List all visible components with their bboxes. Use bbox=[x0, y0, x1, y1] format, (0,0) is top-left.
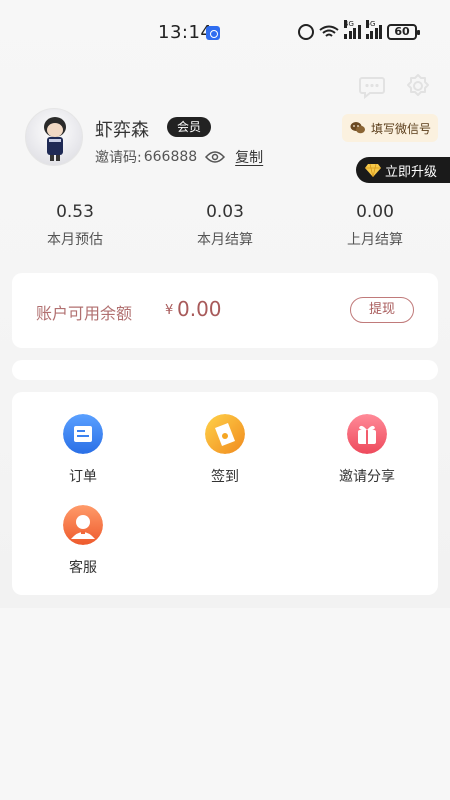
wechat-icon bbox=[350, 122, 365, 134]
profile-screen: 13:14 4G 5G 60 虾弈森 会员 邀请码: 666888 复制 填写微… bbox=[0, 0, 450, 800]
battery-icon: 60 bbox=[387, 24, 420, 40]
gear-icon[interactable] bbox=[404, 72, 432, 100]
menu-label: 签到 bbox=[211, 469, 239, 485]
signal-2-icon: 5G bbox=[365, 20, 382, 39]
menu-item-checkin[interactable]: 签到 bbox=[154, 414, 296, 494]
function-menu: 订单 签到 邀请分享 客服 bbox=[12, 392, 438, 595]
invite-code-row: 邀请码: 666888 复制 bbox=[95, 147, 263, 167]
menu-item-orders[interactable]: 订单 bbox=[12, 414, 154, 494]
avatar[interactable] bbox=[25, 108, 83, 166]
invite-code-value: 666888 bbox=[143, 149, 198, 165]
banner-placeholder bbox=[12, 360, 438, 380]
net2-label: 5G bbox=[365, 20, 376, 28]
status-time: 13:14 bbox=[158, 22, 213, 43]
earnings-stats: 0.53 本月预估 0.03 本月结算 0.00 上月结算 bbox=[0, 200, 450, 252]
checkin-icon bbox=[205, 414, 245, 454]
fill-wechat-button[interactable]: 填写微信号 bbox=[342, 114, 438, 142]
stat-label: 本月预估 bbox=[47, 232, 103, 248]
menu-label: 订单 bbox=[69, 469, 97, 485]
diamond-icon bbox=[365, 163, 381, 177]
member-badge: 会员 bbox=[167, 117, 212, 137]
upgrade-button[interactable]: 立即升级 bbox=[356, 157, 450, 183]
menu-item-invite-share[interactable]: 邀请分享 bbox=[296, 414, 438, 494]
status-bar: 13:14 4G 5G 60 bbox=[0, 0, 450, 64]
invite-code-label: 邀请码: bbox=[95, 150, 142, 166]
menu-label: 邀请分享 bbox=[339, 469, 395, 485]
stat-this-month-settled[interactable]: 0.03 本月结算 bbox=[150, 200, 300, 252]
currency-symbol: ¥ bbox=[165, 303, 174, 318]
stat-value: 0.00 bbox=[356, 202, 394, 222]
app-notification-icon bbox=[206, 26, 220, 40]
stat-label: 本月结算 bbox=[197, 232, 253, 248]
balance-amount: 0.00 bbox=[177, 297, 222, 321]
order-icon bbox=[63, 414, 103, 454]
menu-label: 客服 bbox=[69, 560, 97, 576]
avatar-figure-icon bbox=[44, 117, 66, 161]
alarm-icon bbox=[298, 24, 314, 40]
gift-icon bbox=[347, 414, 387, 454]
stat-this-month-estimate[interactable]: 0.53 本月预估 bbox=[0, 200, 150, 252]
signal-1-icon: 4G bbox=[344, 20, 361, 39]
wifi-icon bbox=[319, 25, 339, 37]
status-icons: 4G 5G 60 bbox=[298, 20, 420, 42]
message-icon[interactable] bbox=[358, 72, 386, 100]
fill-wechat-label: 填写微信号 bbox=[371, 121, 432, 136]
upgrade-label: 立即升级 bbox=[385, 164, 438, 180]
eye-icon[interactable] bbox=[205, 150, 226, 164]
stat-label: 上月结算 bbox=[347, 232, 403, 248]
withdraw-button[interactable]: 提现 bbox=[350, 297, 414, 323]
net1-label: 4G bbox=[344, 20, 354, 28]
customer-service-icon bbox=[63, 505, 103, 545]
stat-value: 0.03 bbox=[206, 202, 244, 222]
stat-value: 0.53 bbox=[56, 202, 94, 222]
bottom-background bbox=[0, 608, 450, 800]
balance-label: 账户可用余额 bbox=[36, 304, 133, 323]
username: 虾弈森 bbox=[95, 120, 149, 141]
balance-card: 账户可用余额 ¥ 0.00 提现 bbox=[12, 273, 438, 348]
copy-button[interactable]: 复制 bbox=[235, 147, 263, 167]
stat-last-month-settled[interactable]: 0.00 上月结算 bbox=[300, 200, 450, 252]
menu-item-customer-service[interactable]: 客服 bbox=[12, 505, 154, 585]
